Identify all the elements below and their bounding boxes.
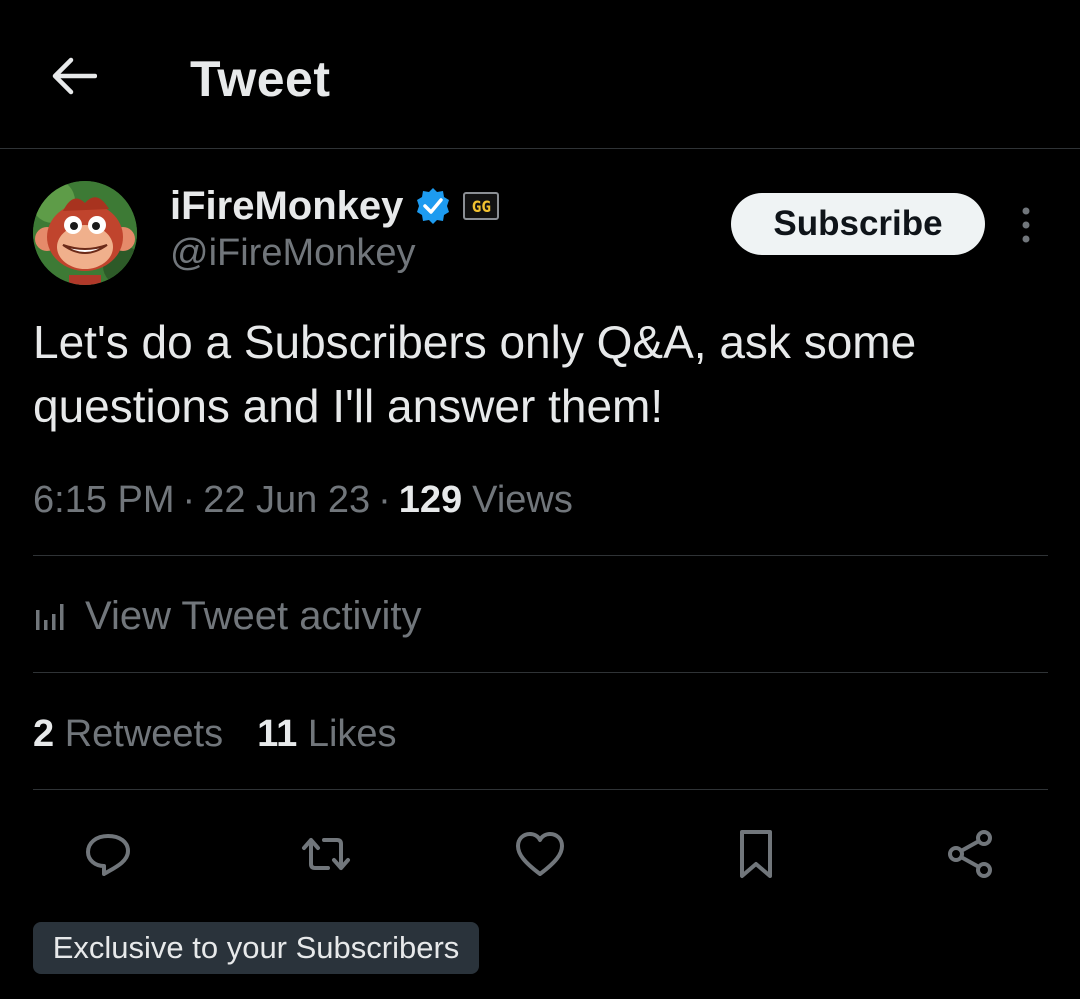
subscribe-button[interactable]: Subscribe <box>731 193 985 255</box>
view-tweet-activity-link[interactable]: View Tweet activity <box>33 588 421 644</box>
views-label: Views <box>472 478 573 521</box>
divider <box>33 672 1048 673</box>
tweet-date[interactable]: 22 Jun 23 <box>203 479 370 522</box>
reply-icon <box>86 834 130 876</box>
tweet-text-line: questions and I'll answer them! <box>33 380 664 432</box>
retweets-stat[interactable]: 2 Retweets <box>33 713 223 756</box>
likes-stat[interactable]: 11 Likes <box>257 713 396 756</box>
monkey-avatar-icon <box>33 181 137 285</box>
tweet-text-line: Let's do a Subscribers only Q&A, ask som… <box>33 316 917 368</box>
arrow-left-icon <box>52 57 97 95</box>
author-display-name[interactable]: iFireMonkey <box>170 184 403 229</box>
back-button[interactable] <box>44 46 104 106</box>
bar-chart-icon <box>36 604 64 630</box>
share-button[interactable] <box>942 826 998 882</box>
retweets-label: Retweets <box>64 712 224 755</box>
reply-button[interactable] <box>80 826 136 882</box>
bookmark-icon <box>740 830 772 878</box>
page-title: Tweet <box>190 51 331 107</box>
retweet-icon <box>302 838 350 870</box>
exclusive-subscribers-badge: Exclusive to your Subscribers <box>33 922 479 974</box>
meta-separator: · <box>378 478 391 521</box>
retweets-count: 2 <box>33 712 55 755</box>
author-name-row: iFireMonkey GG <box>170 180 500 232</box>
like-icon <box>516 832 564 876</box>
author-handle[interactable]: @iFireMonkey <box>170 232 416 275</box>
like-button[interactable] <box>512 826 568 882</box>
more-vertical-icon <box>1022 207 1030 243</box>
tweet-detail-screen: Tweet iFireMonkey GG @iFireMonkey Subscr… <box>0 0 1080 999</box>
divider <box>33 789 1048 790</box>
likes-label: Likes <box>307 712 397 755</box>
bookmark-button[interactable] <box>728 826 784 882</box>
views-count: 129 <box>398 478 463 521</box>
top-app-bar: Tweet <box>0 0 1080 149</box>
meta-separator: · <box>182 478 196 521</box>
retweet-button[interactable] <box>298 826 354 882</box>
likes-count: 11 <box>257 712 298 755</box>
share-icon <box>948 830 992 878</box>
verified-badge-icon <box>417 188 450 224</box>
avatar[interactable] <box>33 181 137 285</box>
tweet-text: Let's do a Subscribers only Q&A, ask som… <box>33 310 1043 438</box>
engagement-stats: 2 Retweets 11 Likes <box>33 706 397 762</box>
affiliate-badge-icon[interactable]: GG <box>463 192 500 220</box>
tweet-time[interactable]: 6:15 PM <box>33 479 175 522</box>
view-tweet-activity-label: View Tweet activity <box>85 593 422 638</box>
tweet-meta: 6:15 PM · 22 Jun 23 · 129 Views <box>33 474 573 526</box>
more-options-button[interactable] <box>1010 203 1042 247</box>
divider <box>33 555 1048 556</box>
